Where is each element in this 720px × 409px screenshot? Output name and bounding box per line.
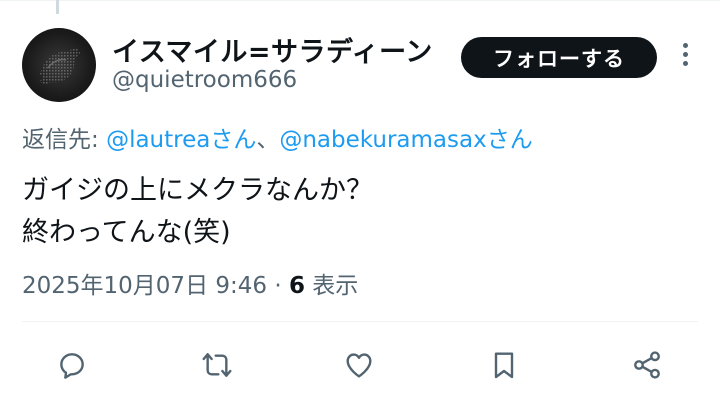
reply-button[interactable] (52, 345, 92, 385)
bookmark-icon (494, 352, 514, 379)
retweet-button[interactable] (197, 345, 237, 385)
follow-button[interactable]: フォローする (461, 37, 657, 78)
reply-to-separator: 、 (256, 127, 280, 153)
tweet-text: ガイジの上にメクラなんか？ 終わってんな(笑) (22, 170, 373, 254)
mention-link[interactable]: @lautreaさん (106, 127, 256, 153)
avatar[interactable] (22, 28, 96, 102)
tweet-meta: 2025年10月07日 9:46 · 6 表示 (22, 266, 358, 300)
retweet-icon (202, 353, 232, 377)
display-name[interactable]: イスマイル=サラディーン (112, 30, 433, 69)
reply-to-prefix: 返信先: (22, 127, 107, 153)
thread-line (56, 0, 59, 14)
like-button[interactable] (339, 345, 379, 385)
tweet-timestamp[interactable]: 2025年10月07日 9:46 (22, 273, 267, 299)
user-handle[interactable]: @quietroom666 (112, 67, 297, 93)
more-vertical-icon[interactable] (677, 43, 693, 71)
reply-to-line: 返信先: @lautreaさん、@nabekuramasaxさん (22, 120, 533, 154)
share-button[interactable] (627, 345, 667, 385)
reply-icon (60, 353, 84, 379)
tweet-text-line: ガイジの上にメクラなんか？ (22, 175, 373, 206)
top-border (0, 0, 720, 1)
bookmark-button[interactable] (484, 345, 524, 385)
meta-dot: · (267, 273, 289, 299)
tweet-text-line: 終わってんな(笑) (22, 217, 231, 248)
tweet-card: イスマイル=サラディーン @quietroom666 フォローする 返信先: @… (0, 0, 720, 409)
divider (22, 321, 698, 322)
avatar-image (40, 48, 80, 85)
mention-link[interactable]: @nabekuramasaxさん (279, 127, 532, 153)
views-count[interactable]: 6 (289, 273, 305, 299)
share-icon (634, 351, 660, 379)
views-label[interactable]: 表示 (305, 273, 358, 299)
heart-icon (346, 353, 372, 378)
